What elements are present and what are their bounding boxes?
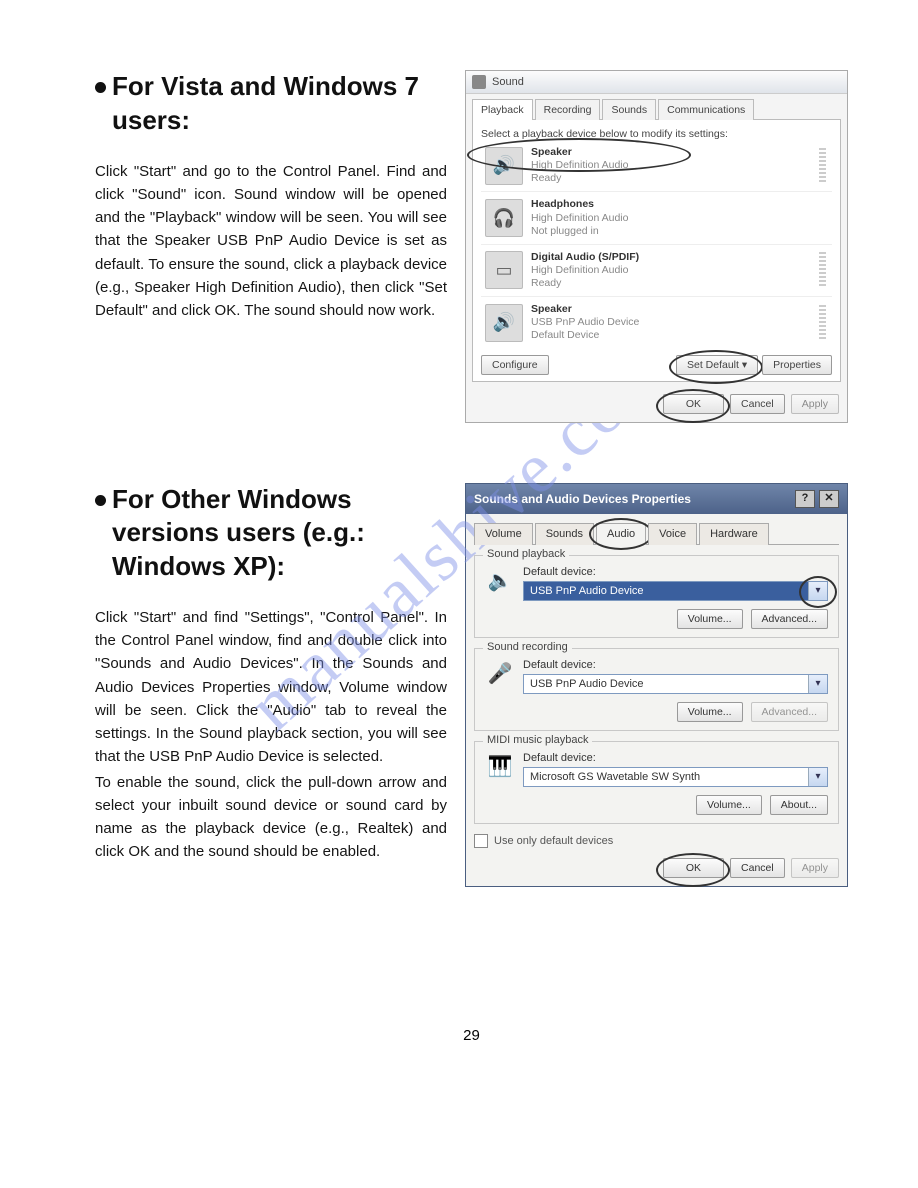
device-desc: High Definition Audio: [531, 264, 639, 277]
cancel-button[interactable]: Cancel: [730, 858, 785, 878]
group-legend: Sound recording: [483, 641, 572, 653]
playback-device-dropdown[interactable]: USB PnP Audio Device: [523, 581, 828, 601]
default-device-label: Default device:: [523, 566, 596, 578]
heading-vista-text: For Vista and Windows 7 users:: [112, 70, 447, 138]
midi-device-dropdown[interactable]: Microsoft GS Wavetable SW Synth: [523, 767, 828, 787]
use-default-checkbox[interactable]: Use only default devices: [474, 834, 839, 848]
tab-voice[interactable]: Voice: [648, 523, 697, 545]
body-vista: Click "Start" and go to the Control Pane…: [95, 160, 447, 323]
device-status: Not plugged in: [531, 225, 628, 238]
window-title: Sounds and Audio Devices Properties: [474, 492, 691, 506]
advanced-button[interactable]: Advanced...: [751, 702, 828, 722]
window-title: Sound: [492, 76, 524, 88]
dropdown-arrow-icon[interactable]: [808, 675, 827, 693]
bullet-icon: [95, 82, 106, 93]
tab-communications[interactable]: Communications: [658, 99, 754, 120]
level-meter: [819, 305, 826, 341]
apply-button[interactable]: Apply: [791, 858, 839, 878]
volume-button[interactable]: Volume...: [677, 702, 743, 722]
tab-audio-label: Audio: [607, 528, 635, 540]
tab-recording[interactable]: Recording: [535, 99, 601, 120]
tab-audio[interactable]: Audio: [596, 523, 646, 545]
checkbox-label: Use only default devices: [494, 835, 613, 847]
tab-volume[interactable]: Volume: [474, 523, 533, 545]
set-default-label: Set Default: [687, 359, 739, 371]
checkbox-box: [474, 834, 488, 848]
body-xp-1: Click "Start" and find "Settings", "Cont…: [95, 606, 447, 769]
tab-sounds[interactable]: Sounds: [535, 523, 594, 545]
group-legend: MIDI music playback: [483, 734, 592, 746]
dropdown-arrow-icon[interactable]: [808, 582, 827, 600]
dropdown-value: Microsoft GS Wavetable SW Synth: [524, 768, 808, 786]
help-button[interactable]: ?: [795, 490, 815, 508]
device-status: Ready: [531, 172, 628, 185]
heading-vista: For Vista and Windows 7 users:: [95, 70, 447, 138]
device-name: Speaker: [531, 146, 628, 159]
ok-button[interactable]: OK: [663, 858, 724, 878]
device-desc: High Definition Audio: [531, 159, 628, 172]
title-bar: Sounds and Audio Devices Properties ? ✕: [466, 484, 847, 514]
bullet-icon: [95, 495, 106, 506]
microphone-icon: 🎤: [485, 659, 515, 689]
device-status: Default Device: [531, 329, 639, 342]
page-number: 29: [95, 1027, 848, 1044]
speaker-icon: [485, 147, 523, 185]
device-name: Speaker: [531, 303, 639, 316]
device-name: Digital Audio (S/PDIF): [531, 251, 639, 264]
device-headphones[interactable]: Headphones High Definition Audio Not plu…: [481, 192, 832, 244]
dropdown-value: USB PnP Audio Device: [524, 675, 808, 693]
volume-button[interactable]: Volume...: [677, 609, 743, 629]
instruction-text: Select a playback device below to modify…: [481, 128, 832, 140]
dropdown-value: USB PnP Audio Device: [524, 582, 808, 600]
tabs-row: Volume Sounds Audio Voice Hardware: [474, 522, 839, 545]
set-default-button[interactable]: Set Default ▾: [676, 355, 758, 375]
device-status: Ready: [531, 277, 639, 290]
midi-icon: 🎹: [485, 752, 515, 782]
body-xp-2: To enable the sound, click the pull-down…: [95, 771, 447, 864]
device-speaker-usb[interactable]: Speaker USB PnP Audio Device Default Dev…: [481, 297, 832, 348]
sound-window-vista: Sound Playback Recording Sounds Communic…: [465, 70, 848, 423]
volume-button[interactable]: Volume...: [696, 795, 762, 815]
level-meter: [819, 148, 826, 184]
device-digital[interactable]: Digital Audio (S/PDIF) High Definition A…: [481, 245, 832, 297]
configure-button[interactable]: Configure: [481, 355, 549, 375]
cancel-button[interactable]: Cancel: [730, 394, 785, 414]
device-desc: High Definition Audio: [531, 212, 628, 225]
ok-label: OK: [686, 862, 701, 874]
tab-hardware[interactable]: Hardware: [699, 523, 769, 545]
speaker-icon: [485, 304, 523, 342]
spdif-icon: [485, 251, 523, 289]
device-desc: USB PnP Audio Device: [531, 316, 639, 329]
tab-playback[interactable]: Playback: [472, 99, 533, 120]
heading-xp: For Other Windows versions users (e.g.: …: [95, 483, 447, 584]
about-button[interactable]: About...: [770, 795, 828, 815]
group-sound-recording: Sound recording 🎤 Default device: USB Pn…: [474, 648, 839, 731]
default-device-label: Default device:: [523, 752, 596, 764]
tab-sounds[interactable]: Sounds: [602, 99, 656, 120]
ok-label: OK: [686, 398, 701, 410]
close-button[interactable]: ✕: [819, 490, 839, 508]
title-bar: Sound: [466, 71, 847, 94]
dropdown-arrow-icon[interactable]: [808, 768, 827, 786]
group-sound-playback: Sound playback 🔈 Default device: USB PnP…: [474, 555, 839, 638]
recording-device-dropdown[interactable]: USB PnP Audio Device: [523, 674, 828, 694]
tabs-row: Playback Recording Sounds Communications: [466, 94, 847, 119]
group-midi-playback: MIDI music playback 🎹 Default device: Mi…: [474, 741, 839, 824]
group-legend: Sound playback: [483, 548, 569, 560]
sound-icon: [472, 75, 486, 89]
device-name: Headphones: [531, 198, 628, 211]
advanced-button[interactable]: Advanced...: [751, 609, 828, 629]
sounds-audio-devices-window: Sounds and Audio Devices Properties ? ✕ …: [465, 483, 848, 887]
headphone-icon: [485, 199, 523, 237]
default-device-label: Default device:: [523, 659, 596, 671]
ok-button[interactable]: OK: [663, 394, 724, 414]
apply-button[interactable]: Apply: [791, 394, 839, 414]
heading-xp-text: For Other Windows versions users (e.g.: …: [112, 483, 447, 584]
device-speaker-1[interactable]: Speaker High Definition Audio Ready: [481, 140, 832, 192]
speaker-icon: 🔈: [485, 566, 515, 596]
level-meter: [819, 252, 826, 288]
properties-button[interactable]: Properties: [762, 355, 832, 375]
